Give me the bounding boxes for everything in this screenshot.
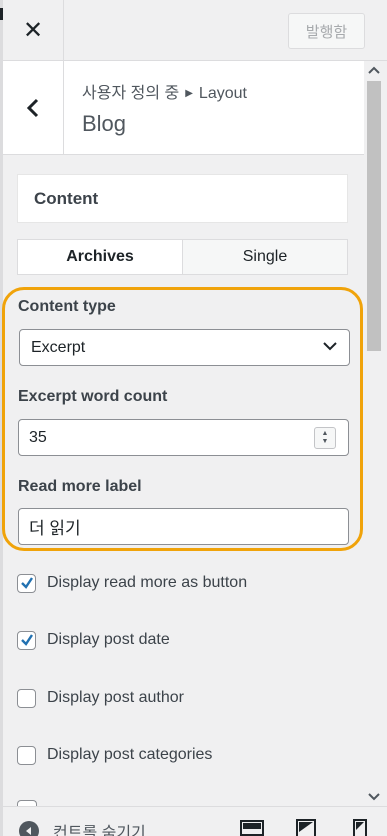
collapse-controls-button[interactable]: 컨트롤 숨기기: [19, 819, 146, 836]
checkbox-checked[interactable]: [17, 630, 36, 650]
check-icon: [20, 577, 33, 589]
layout-tabs: Archives Single: [17, 239, 348, 275]
checkbox-label: Display read more as button: [47, 574, 248, 591]
chevron-down-icon: [323, 342, 337, 351]
content-type-label: Content type: [18, 298, 116, 315]
content-type-select[interactable]: Excerpt: [19, 329, 350, 366]
breadcrumb-arrow-icon: ▶: [185, 88, 193, 99]
checkbox-label: Display post categories: [47, 746, 213, 763]
tab-single[interactable]: Single: [183, 240, 347, 274]
checkbox-post-author[interactable]: Display post author: [17, 686, 184, 710]
excerpt-word-count-value: 35: [29, 428, 47, 446]
checkbox-post-date[interactable]: Display post date: [17, 628, 170, 652]
desktop-preview-icon[interactable]: [240, 819, 264, 836]
tab-archives[interactable]: Archives: [18, 240, 183, 274]
checkbox-label: Display post date: [47, 631, 170, 648]
breadcrumb-child: Layout: [198, 85, 247, 102]
close-button[interactable]: ✕: [3, 0, 64, 60]
panel-title: Blog: [82, 111, 127, 136]
number-spinner[interactable]: ▲ ▼: [314, 427, 336, 449]
excerpt-word-count-label: Excerpt word count: [18, 388, 168, 405]
checkbox-checked[interactable]: [17, 573, 36, 593]
breadcrumb: 사용자 정의 중 ▶ Layout: [82, 79, 247, 103]
spin-down-icon[interactable]: ▼: [322, 438, 329, 446]
checkbox-read-more-button[interactable]: Display read more as button: [17, 571, 247, 595]
check-icon: [20, 634, 33, 646]
collapse-icon: [19, 821, 39, 836]
read-more-label-label: Read more label: [18, 478, 142, 495]
scroll-down-icon[interactable]: [364, 788, 384, 806]
content-heading: Content: [17, 174, 348, 223]
checkbox-unchecked[interactable]: [17, 745, 36, 765]
collapse-label: 컨트롤 숨기기: [53, 825, 146, 836]
checkbox-unchecked[interactable]: [17, 688, 36, 708]
excerpt-word-count-input[interactable]: 35 ▲ ▼: [18, 419, 349, 456]
customizer-footer: 컨트롤 숨기기: [3, 806, 387, 836]
publish-button[interactable]: 발행함: [288, 13, 365, 49]
scroll-thumb[interactable]: [367, 81, 381, 351]
section-title: 사용자 정의 중 ▶ Layout Blog: [3, 61, 364, 155]
back-button[interactable]: [3, 61, 64, 154]
tablet-preview-icon[interactable]: [294, 819, 318, 836]
read-more-label-input[interactable]: 더 읽기: [18, 508, 349, 545]
customizer-header: ✕ 발행함: [3, 0, 387, 61]
mobile-preview-icon[interactable]: [348, 819, 372, 836]
checkbox-post-categories[interactable]: Display post categories: [17, 743, 212, 767]
breadcrumb-parent: 사용자 정의 중: [82, 85, 180, 102]
read-more-label-value: 더 읽기: [29, 519, 81, 538]
scroll-up-icon[interactable]: [364, 61, 384, 79]
chevron-left-icon: [26, 98, 39, 117]
content-type-value: Excerpt: [31, 338, 86, 356]
checkbox-label: Display post author: [47, 689, 184, 706]
close-icon: ✕: [22, 16, 44, 44]
scrollbar[interactable]: [364, 61, 384, 806]
spin-up-icon[interactable]: ▲: [322, 430, 329, 438]
